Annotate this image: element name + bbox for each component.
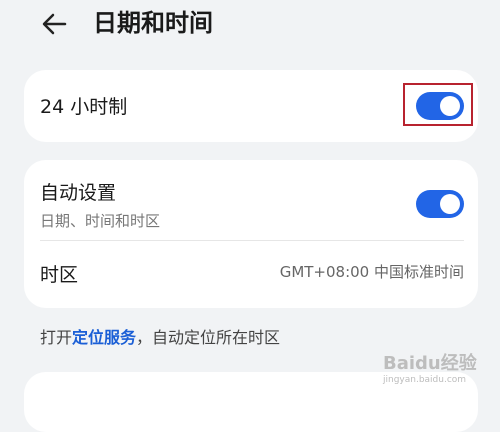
hour24-label: 24 小时制 <box>40 96 128 118</box>
back-button[interactable] <box>36 6 72 42</box>
auto-set-sublabel: 日期、时间和时区 <box>40 212 161 230</box>
page-title: 日期和时间 <box>93 9 213 37</box>
timezone-value: GMT+08:00 中国标准时间 <box>279 263 464 281</box>
watermark-brand: Baidu经验 <box>383 353 477 374</box>
header: 日期和时间 <box>0 0 500 48</box>
arrow-left-icon <box>42 13 67 35</box>
footer-suffix: ，自动定位所在时区 <box>136 328 281 347</box>
auto-set-toggle[interactable] <box>416 190 464 218</box>
location-service-link[interactable]: 定位服务 <box>72 328 136 347</box>
watermark-url: jingyan.baidu.com <box>383 375 467 385</box>
auto-settings-card: 自动设置 日期、时间和时区 时区 GMT+08:00 中国标准时间 <box>24 160 478 308</box>
footer-prefix: 打开 <box>40 328 73 347</box>
toggle-knob <box>440 194 460 214</box>
footer-hint: 打开定位服务，自动定位所在时区 <box>40 324 280 348</box>
auto-set-label: 自动设置 <box>40 182 117 204</box>
timezone-label: 时区 <box>40 264 79 286</box>
divider <box>40 240 464 241</box>
highlight-annotation-box <box>403 83 473 126</box>
